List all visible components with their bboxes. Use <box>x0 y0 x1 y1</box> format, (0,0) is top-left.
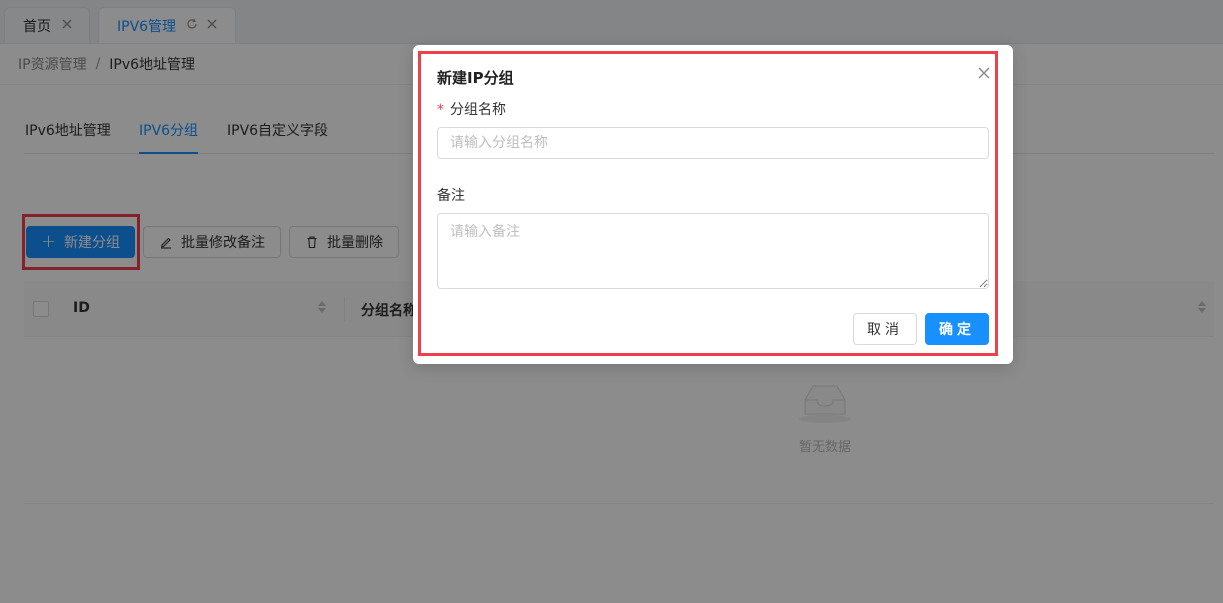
highlight-box <box>418 51 998 356</box>
